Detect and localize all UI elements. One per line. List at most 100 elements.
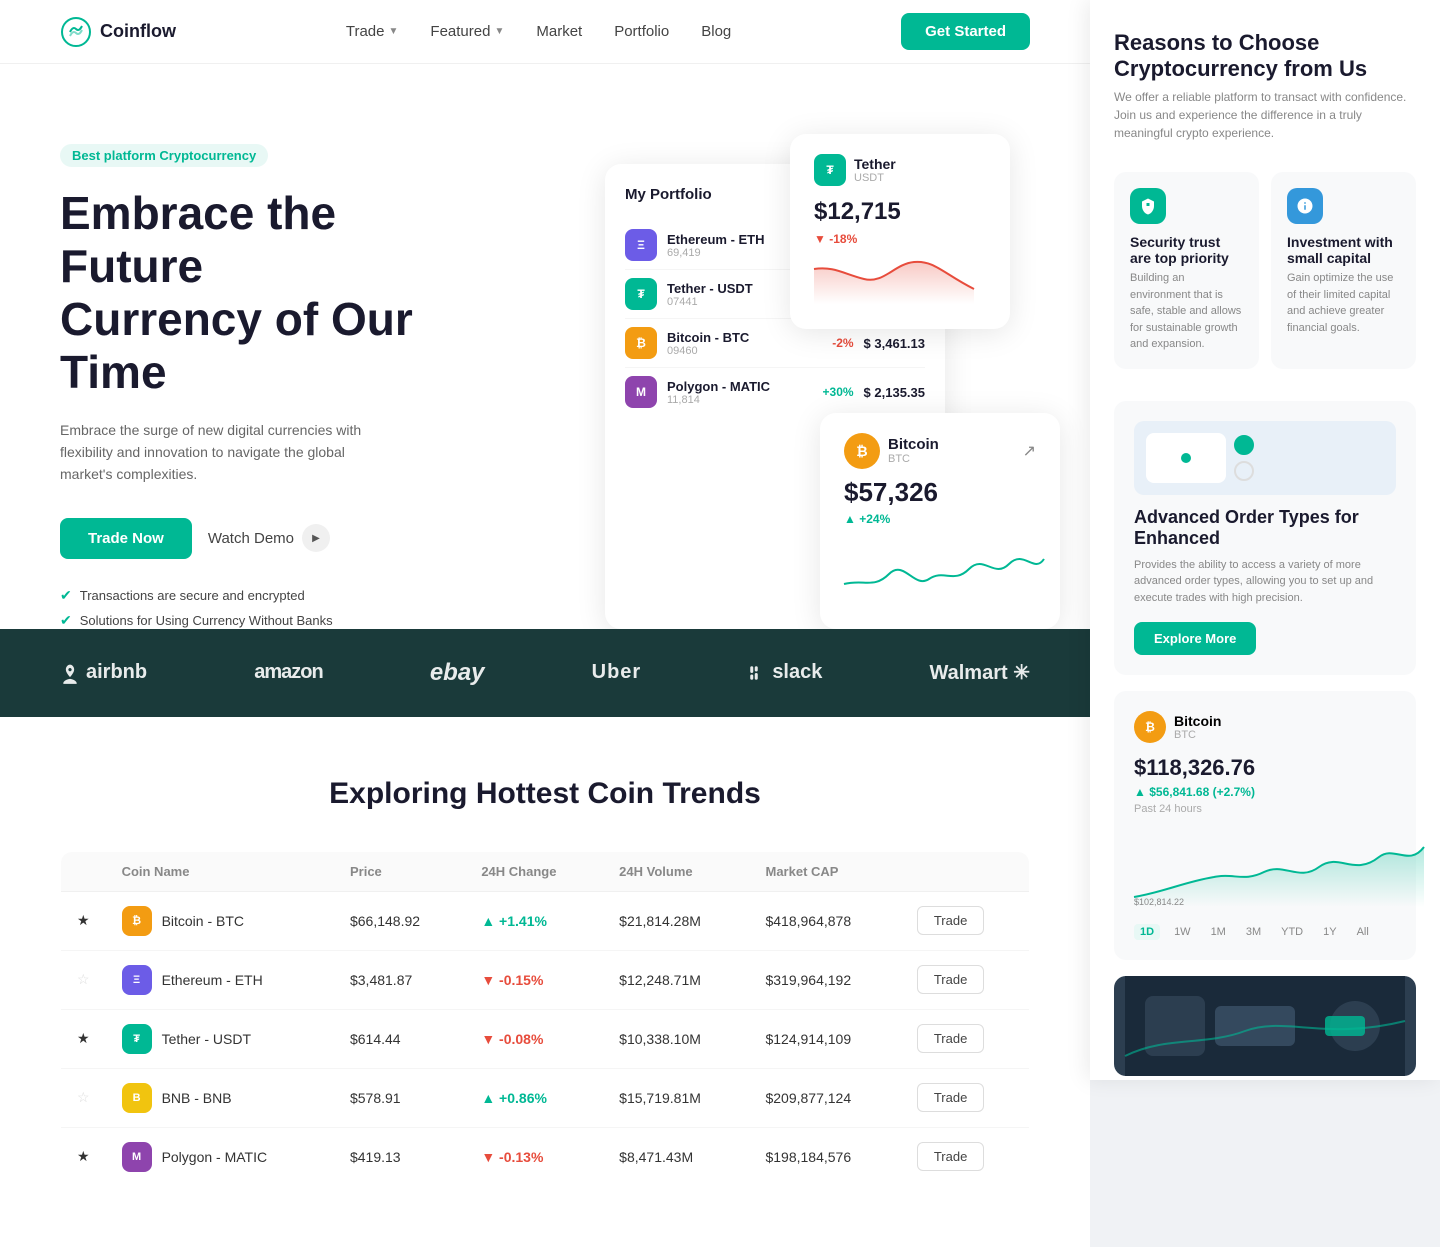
defi-section: Building the Future of Decentralized Fin… xyxy=(1114,976,1416,1080)
trade-usdt-button[interactable]: Trade xyxy=(917,1024,984,1053)
col-price: Price xyxy=(334,851,465,891)
nav-portfolio[interactable]: Portfolio xyxy=(614,23,669,40)
hero-checks: ✔ Transactions are secure and encrypted … xyxy=(60,587,460,629)
time-tabs: 1D 1W 1M 3M YTD 1Y All xyxy=(1134,924,1396,940)
right-panel: Reasons to Choose Cryptocurrency from Us… xyxy=(1090,0,1440,1080)
hero-description: Embrace the surge of new digital currenc… xyxy=(60,419,380,486)
btc-table-icon: ₿ xyxy=(122,906,152,936)
play-icon: ▶ xyxy=(302,524,330,552)
toggle-2[interactable] xyxy=(1234,461,1254,481)
bitcoin-chart xyxy=(844,534,1036,609)
trade-matic-button[interactable]: Trade xyxy=(917,1142,984,1171)
reason-investment: Investment with small capital Gain optim… xyxy=(1271,172,1416,369)
check-item-2: ✔ Solutions for Using Currency Without B… xyxy=(60,612,460,629)
nav-featured[interactable]: Featured ▼ xyxy=(430,23,504,40)
get-started-button[interactable]: Get Started xyxy=(901,13,1030,50)
star-eth[interactable]: ☆ xyxy=(61,950,106,1009)
col-star xyxy=(61,851,106,891)
nav-blog[interactable]: Blog xyxy=(701,23,731,40)
reasons-subtitle: We offer a reliable platform to transact… xyxy=(1114,88,1416,142)
tether-price-card: ₮ Tether USDT $12,715 ▼ -18% xyxy=(790,134,1010,329)
advanced-order-card: Advanced Order Types for Enhanced Provid… xyxy=(1114,401,1416,676)
trends-title: Exploring Hottest Coin Trends xyxy=(60,777,1030,811)
tab-ytd[interactable]: YTD xyxy=(1275,924,1309,940)
tab-3m[interactable]: 3M xyxy=(1240,924,1267,940)
star-btc[interactable]: ★ xyxy=(61,891,106,950)
hero-left: Best platform Cryptocurrency Embrace the… xyxy=(60,124,460,629)
hero-title: Embrace the Future Currency of Our Time xyxy=(60,187,460,399)
star-usdt[interactable]: ★ xyxy=(61,1009,106,1068)
eth-table-icon: Ξ xyxy=(122,965,152,995)
col-24h-change: 24H Change xyxy=(465,851,603,891)
logo-text: Coinflow xyxy=(100,21,176,42)
tab-1y[interactable]: 1Y xyxy=(1317,924,1342,940)
tab-1d[interactable]: 1D xyxy=(1134,924,1160,940)
tab-all[interactable]: All xyxy=(1351,924,1375,940)
brand-slack: slack xyxy=(748,661,822,684)
trade-eth-button[interactable]: Trade xyxy=(917,965,984,994)
investment-icon xyxy=(1287,188,1323,224)
col-24h-volume: 24H Volume xyxy=(603,851,749,891)
brands-banner: airbnb amazon ebay Uber slack Walmart ✳ xyxy=(0,629,1090,717)
check-icon-2: ✔ xyxy=(60,612,72,629)
col-market-cap: Market CAP xyxy=(749,851,900,891)
check-item-1: ✔ Transactions are secure and encrypted xyxy=(60,587,460,604)
brand-amazon: amazon xyxy=(254,661,322,684)
table-row: ★ ₿Bitcoin - BTC $66,148.92 ▲ +1.41% $21… xyxy=(61,891,1030,950)
table-row: ★ ₮Tether - USDT $614.44 ▼ -0.08% $10,33… xyxy=(61,1009,1030,1068)
brand-uber: Uber xyxy=(592,661,642,684)
btc-detail-chart: $102,814.22 xyxy=(1134,827,1424,907)
nav-market[interactable]: Market xyxy=(536,23,582,40)
brand-airbnb: airbnb xyxy=(60,661,147,684)
btc-detail-card: ₿ Bitcoin BTC $118,326.76 ▲ $56,841.68 (… xyxy=(1114,691,1416,960)
reasons-grid: Security trust are top priority Building… xyxy=(1114,172,1416,385)
nav-links: Trade ▼ Featured ▼ Market Portfolio Blog xyxy=(346,23,731,40)
star-matic[interactable]: ★ xyxy=(61,1127,106,1186)
ao-title: Advanced Order Types for Enhanced xyxy=(1134,507,1396,549)
svg-text:$102,814.22: $102,814.22 xyxy=(1134,897,1184,907)
col-action xyxy=(901,851,1030,891)
logo-icon xyxy=(60,16,92,48)
watch-demo-button[interactable]: Watch Demo ▶ xyxy=(208,524,330,552)
toggle-1[interactable] xyxy=(1234,435,1254,455)
hero-section: Best platform Cryptocurrency Embrace the… xyxy=(0,64,1090,629)
tether-icon: ₮ xyxy=(814,154,846,186)
star-bnb[interactable]: ☆ xyxy=(61,1068,106,1127)
nav-trade[interactable]: Trade ▼ xyxy=(346,23,399,40)
btc-icon: ₿ xyxy=(625,327,657,359)
brand-ebay: ebay xyxy=(430,659,485,687)
security-icon xyxy=(1130,188,1166,224)
hero-right: ₮ Tether USDT $12,715 ▼ -18% xyxy=(500,124,1030,629)
logo[interactable]: Coinflow xyxy=(60,16,176,48)
trends-section: Exploring Hottest Coin Trends Coin Name … xyxy=(0,717,1090,1247)
usdt-icon: ₮ xyxy=(625,278,657,310)
reasons-title: Reasons to Choose Cryptocurrency from Us xyxy=(1114,30,1416,82)
matic-icon: M xyxy=(625,376,657,408)
brand-walmart: Walmart ✳ xyxy=(929,660,1029,685)
portfolio-row-matic: M Polygon - MATIC 11,814 +30% $ 2,135.35 xyxy=(625,368,925,416)
bnb-table-icon: B xyxy=(122,1083,152,1113)
bitcoin-price-card: ₿ Bitcoin BTC ↗ $57,326 ▲ +24% xyxy=(820,413,1060,629)
trade-btc-button[interactable]: Trade xyxy=(917,906,984,935)
trade-now-button[interactable]: Trade Now xyxy=(60,518,192,559)
table-row: ☆ ΞEthereum - ETH $3,481.87 ▼ -0.15% $12… xyxy=(61,950,1030,1009)
usdt-table-icon: ₮ xyxy=(122,1024,152,1054)
reason-security: Security trust are top priority Building… xyxy=(1114,172,1259,369)
check-icon-1: ✔ xyxy=(60,587,72,604)
ao-desc: Provides the ability to access a variety… xyxy=(1134,557,1396,607)
navbar: Coinflow Trade ▼ Featured ▼ Market Portf… xyxy=(0,0,1090,64)
bitcoin-icon: ₿ xyxy=(844,433,880,469)
btc-detail-icon: ₿ xyxy=(1134,711,1166,743)
explore-more-button[interactable]: Explore More xyxy=(1134,622,1256,655)
trade-bnb-button[interactable]: Trade xyxy=(917,1083,984,1112)
table-row: ★ MPolygon - MATIC $419.13 ▼ -0.13% $8,4… xyxy=(61,1127,1030,1186)
col-coin-name: Coin Name xyxy=(106,851,334,891)
defi-image xyxy=(1114,976,1416,1076)
matic-table-icon: M xyxy=(122,1142,152,1172)
hero-buttons: Trade Now Watch Demo ▶ xyxy=(60,518,460,559)
trends-table: Coin Name Price 24H Change 24H Volume Ma… xyxy=(60,851,1030,1187)
eth-icon: Ξ xyxy=(625,229,657,261)
tab-1m[interactable]: 1M xyxy=(1205,924,1232,940)
tab-1w[interactable]: 1W xyxy=(1168,924,1197,940)
btc-share-icon[interactable]: ↗ xyxy=(1023,441,1036,461)
